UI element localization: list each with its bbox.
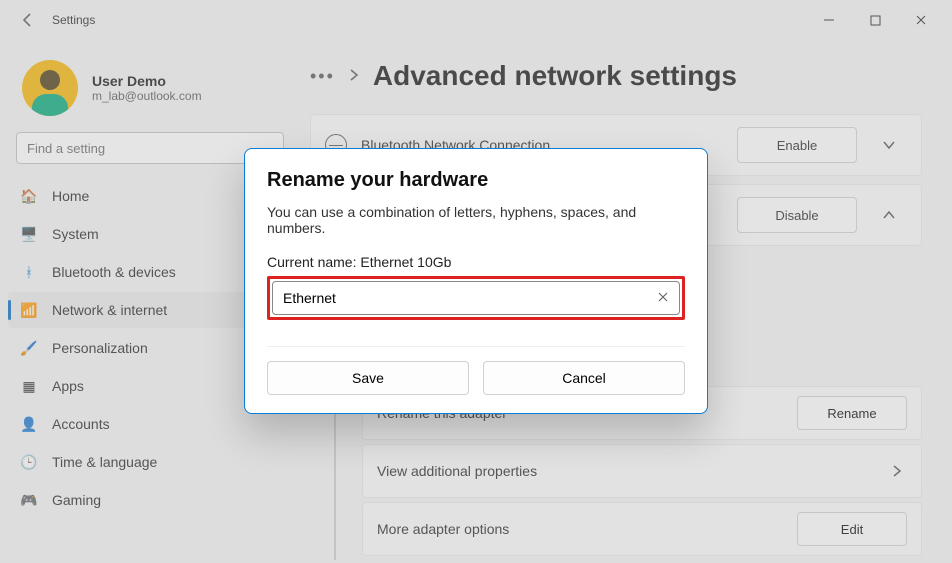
dialog-title: Rename your hardware — [267, 169, 685, 192]
dialog-description: You can use a combination of letters, hy… — [267, 204, 685, 236]
cancel-button[interactable]: Cancel — [483, 361, 685, 395]
rename-input-container — [272, 281, 680, 315]
rename-dialog: Rename your hardware You can use a combi… — [244, 148, 708, 414]
clear-input-button[interactable] — [657, 290, 669, 306]
dialog-buttons: Save Cancel — [267, 346, 685, 395]
save-button[interactable]: Save — [267, 361, 469, 395]
x-icon — [657, 291, 669, 303]
input-highlight — [267, 276, 685, 320]
rename-input[interactable] — [283, 290, 657, 306]
current-name-label: Current name: Ethernet 10Gb — [267, 254, 685, 270]
modal-overlay: Rename your hardware You can use a combi… — [0, 0, 952, 563]
